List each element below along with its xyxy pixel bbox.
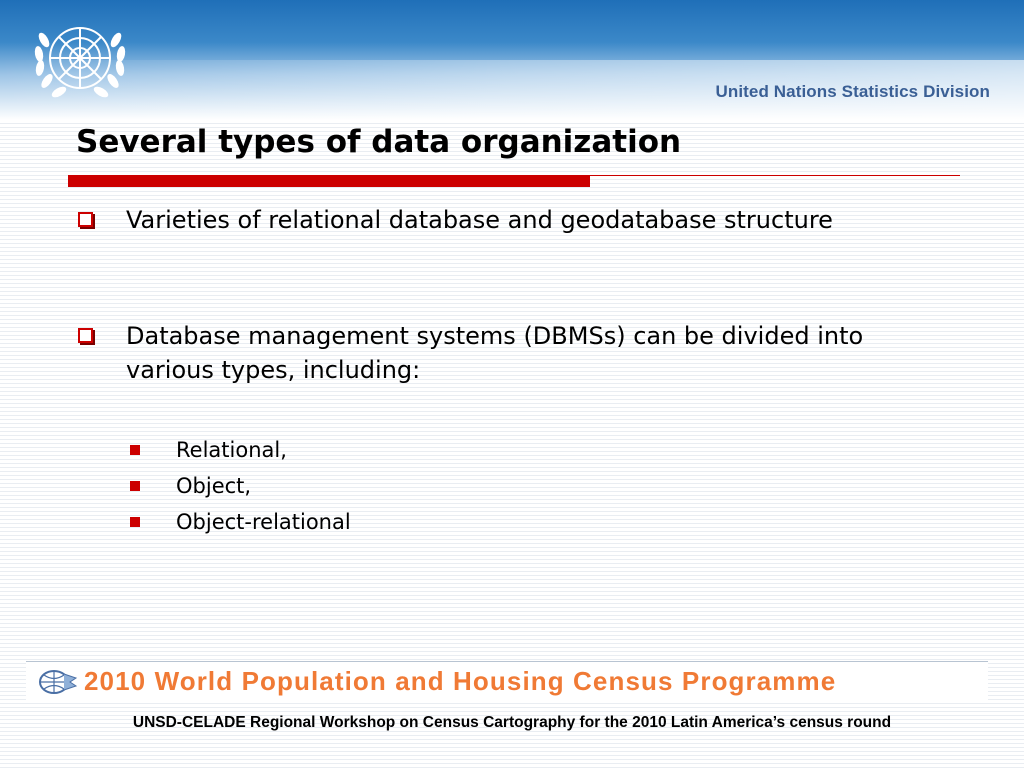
title-underline-thick bbox=[68, 175, 590, 187]
sub-bullet-item: Object-relational bbox=[128, 508, 351, 536]
bullet-item: Database management systems (DBMSs) can … bbox=[76, 319, 946, 387]
slide-title: Several types of data organization bbox=[76, 124, 682, 160]
checkbox-bullet-icon bbox=[78, 212, 93, 227]
organization-name: United Nations Statistics Division bbox=[715, 82, 990, 101]
census-globe-logo-icon bbox=[39, 670, 78, 694]
square-bullet-icon bbox=[130, 481, 140, 491]
sub-bullet-item: Relational, bbox=[128, 436, 287, 464]
sub-bullet-text: Relational, bbox=[176, 438, 287, 462]
footer-caption: UNSD-CELADE Regional Workshop on Census … bbox=[132, 714, 892, 731]
un-emblem-icon bbox=[34, 27, 126, 98]
sub-bullet-item: Object, bbox=[128, 472, 251, 500]
census-programme-title: 2010 World Population and Housing Census… bbox=[84, 666, 837, 696]
sub-bullet-text: Object, bbox=[176, 474, 252, 498]
square-bullet-icon bbox=[130, 445, 140, 455]
slide-header: United Nations Statistics Division bbox=[0, 0, 1024, 120]
bullet-text: Database management systems (DBMSs) can … bbox=[126, 322, 864, 384]
bullet-item: Varieties of relational database and geo… bbox=[76, 203, 946, 237]
checkbox-bullet-icon bbox=[78, 328, 93, 343]
sub-bullet-text: Object-relational bbox=[176, 510, 351, 534]
bullet-text: Varieties of relational database and geo… bbox=[126, 206, 833, 234]
square-bullet-icon bbox=[130, 517, 140, 527]
census-programme-banner: 2010 World Population and Housing Census… bbox=[26, 661, 988, 702]
